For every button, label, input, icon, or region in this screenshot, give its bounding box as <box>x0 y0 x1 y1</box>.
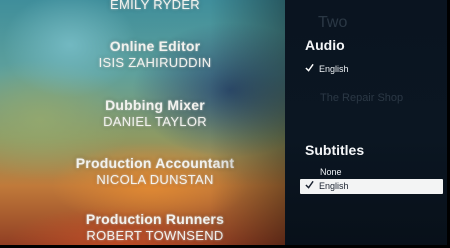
subtitle-option-label: English <box>319 181 349 191</box>
credit-block: Online Editor ISIS ZAHIRUDDIN <box>50 38 260 70</box>
audio-option-english[interactable]: English <box>300 62 443 77</box>
credit-name: ROBERT TOWNSEND <box>86 228 224 243</box>
background-programme-subtitle: The Repair Shop <box>320 92 404 104</box>
credit-role: Online Editor <box>109 38 201 54</box>
subtitles-section-title: Subtitles <box>305 142 365 158</box>
check-icon <box>305 180 314 189</box>
subtitle-option-none[interactable]: None <box>300 165 443 180</box>
subtitle-option-label: None <box>320 167 342 177</box>
check-icon <box>305 63 314 72</box>
credit-block: Production Accountant NICOLA DUNSTAN <box>40 155 270 187</box>
audio-section-title: Audio <box>305 37 345 53</box>
credit-name: NICOLA DUNSTAN <box>96 172 214 187</box>
video-playback: EMILY RYDER Online Editor ISIS ZAHIRUDDI… <box>0 0 300 248</box>
credit-role: Production Accountant <box>75 155 235 171</box>
credit-block: Dubbing Mixer DANIEL TAYLOR <box>50 97 260 129</box>
credit-role: Production Runners <box>85 211 225 227</box>
audio-subtitles-menu: Two The Repair Shop Audio English Subtit… <box>285 0 450 248</box>
background-programme-title: Two <box>318 14 348 31</box>
credit-role: Dubbing Mixer <box>105 97 205 113</box>
credit-name: DANIEL TAYLOR <box>103 114 207 129</box>
credit-block: Production Runners ROBERT TOWNSEND <box>50 211 260 243</box>
subtitle-option-english[interactable]: English <box>300 179 443 194</box>
audio-option-label: English <box>319 64 349 74</box>
credit-name: ISIS ZAHIRUDDIN <box>98 55 212 70</box>
credit-name: EMILY RYDER <box>110 0 200 12</box>
credit-block: EMILY RYDER <box>50 0 260 12</box>
tv-screen: EMILY RYDER Online Editor ISIS ZAHIRUDDI… <box>0 0 450 248</box>
